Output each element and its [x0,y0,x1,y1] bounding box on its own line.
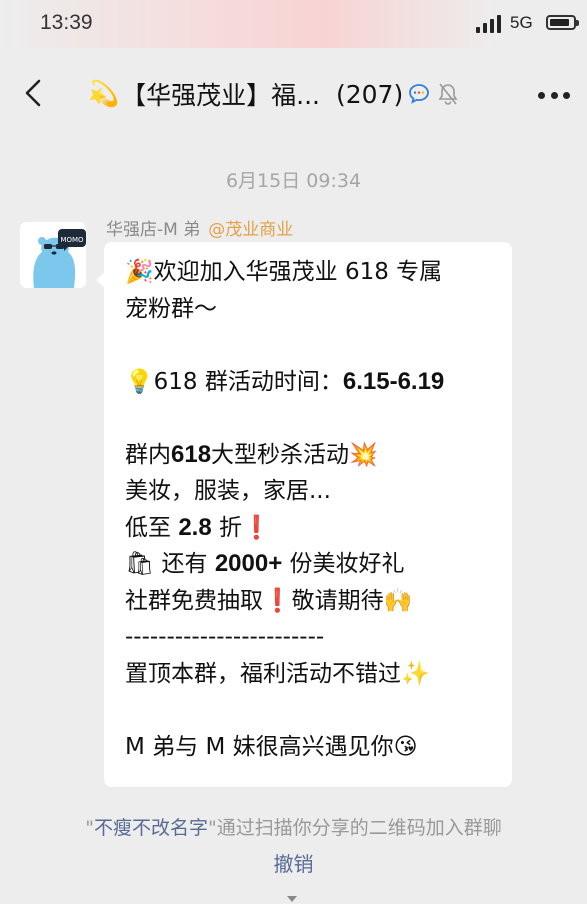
avatar[interactable]: MOMO [20,222,86,288]
message-text: ------------------------ [125,624,325,650]
message-text: 置顶本群，福利活动不错过✨ [125,660,430,687]
system-message-text: 通过扫描你分享的二维码加入群聊 [216,817,502,839]
chat-title[interactable]: 💫 【华强茂业】福... (207) [88,76,459,112]
message-line: 🛍 还有 2000+ 份美妆好礼 [125,546,512,583]
message-timestamp: 6月15日 09:34 [225,170,362,192]
chat-header: 💫 【华强茂业】福... (207) [0,48,587,138]
message-line: 宠粉群～ [125,291,512,328]
sender-name: 华强店-M 弟 [106,220,201,240]
revoke-link[interactable]: 撤销 [0,848,587,877]
message-line: ------------------------ [125,619,512,656]
message-text: 份美妆好礼 [282,551,405,577]
message-line: 美妆，服装，家居... [125,473,512,510]
group-name: 【华强茂业】福... [121,81,320,110]
svg-text:MOMO: MOMO [60,236,84,244]
chat-bubble-icon [409,84,430,104]
message-text: M 弟与 M 妹很高兴遇见你😘 [125,733,418,760]
message-text: 美妆，服装，家居... [125,478,331,504]
scroll-down-icon[interactable] [287,896,297,902]
quote-open: " [85,817,94,839]
message-text: 🛍 还有 [125,551,215,577]
system-join-message: "不瘦不改名字"通过扫描你分享的二维码加入群聊 [0,813,587,840]
bear-avatar-icon: MOMO [20,222,86,288]
battery-icon [546,15,579,30]
message-bold-text: 618 [171,440,212,468]
message-line: M 弟与 M 妹很高兴遇见你😘 [125,729,512,766]
status-bar: 13:39 5G [0,0,587,48]
message-text: 折❗ [211,514,271,541]
message-line: 💡618 群活动时间：6.15-6.19 [125,364,512,401]
more-icon[interactable] [538,92,570,100]
network-type: 5G [510,13,533,32]
message-line: 群内618大型秒杀活动💥 [125,437,512,474]
message-text: 💡618 群活动时间： [125,368,343,395]
back-icon[interactable] [22,78,46,108]
message-text: 宠粉群～ [125,295,217,322]
message-bold-text: 6.15-6.19 [342,367,445,395]
message-line: 社群免费抽取❗敬请期待🙌 [125,583,512,620]
signal-icon [476,15,504,33]
sender-tag: @茂业商业 [208,220,294,240]
message-bold-text: 2.8 [178,513,212,541]
message-line: 🎉欢迎加入华强茂业 618 专属 [125,254,512,291]
message-text: 大型秒杀活动💥 [211,441,378,468]
bell-muted-icon [438,83,458,105]
message-text: 群内 [125,441,171,468]
message-line: 低至 2.8 折❗ [125,510,512,547]
message-text: 低至 [125,514,179,541]
message-bubble[interactable]: 🎉欢迎加入华强茂业 618 专属 宠粉群～ 💡618 群活动时间：6.15-6.19… [96,242,512,787]
message-line [125,400,512,437]
message-line [125,327,512,364]
message-text: 社群免费抽取❗敬请期待🙌 [125,587,413,614]
sender-name-row: 华强店-M 弟 @茂业商业 [106,215,293,240]
message-line: 置顶本群，福利活动不错过✨ [125,656,512,693]
title-emoji: 💫 [88,79,120,108]
status-time: 13:39 [40,11,93,34]
quote-close: " [208,817,217,839]
joined-user-name[interactable]: 不瘦不改名字 [94,817,208,839]
message-line [125,692,512,729]
member-count: (207) [335,79,404,109]
message-text: 🎉欢迎加入华强茂业 618 专属 [125,259,443,285]
message-bold-text: 2000+ [214,550,283,577]
